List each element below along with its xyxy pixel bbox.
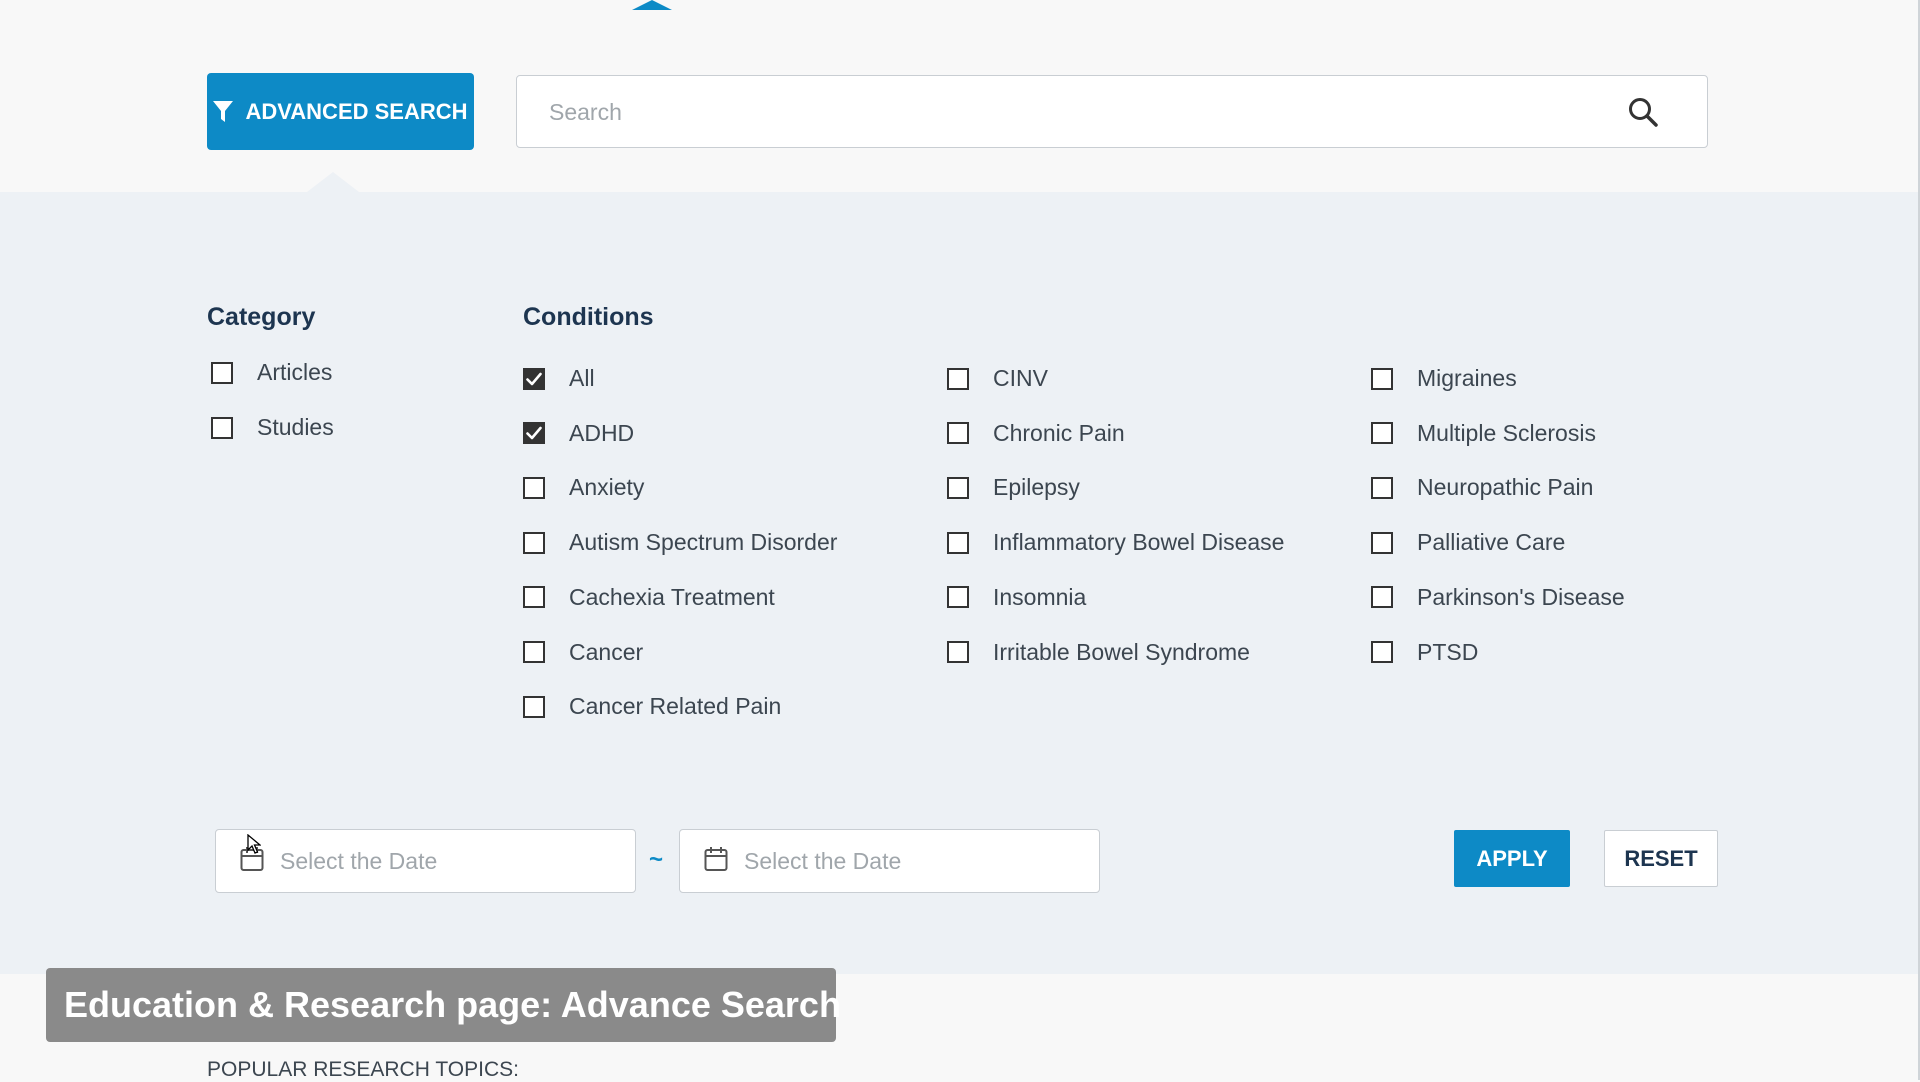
checkbox-label: Chronic Pain (993, 419, 1125, 446)
advanced-search-button[interactable]: ADVANCED SEARCH (207, 73, 474, 150)
checkbox-label: Parkinson's Disease (1417, 583, 1625, 610)
checkbox-unchecked-icon[interactable] (947, 531, 969, 554)
checkbox-label: Insomnia (993, 583, 1087, 610)
top-caret-indicator (632, 0, 672, 10)
checkbox-unchecked-icon[interactable] (211, 416, 233, 439)
checkbox-checked-icon[interactable] (523, 367, 545, 390)
condition-checkbox-anxiety[interactable]: Anxiety (523, 474, 644, 501)
category-title: Category (207, 303, 316, 331)
checkbox-unchecked-icon[interactable] (1371, 641, 1393, 663)
checkbox-label: Irritable Bowel Syndrome (993, 638, 1250, 665)
condition-checkbox-parkinson-s-disease[interactable]: Parkinson's Disease (1371, 584, 1625, 611)
advanced-search-label: ADVANCED SEARCH (245, 98, 468, 124)
date-from-placeholder: Select the Date (280, 847, 438, 874)
panel-pointer (307, 172, 359, 192)
condition-checkbox-inflammatory-bowel-disease[interactable]: Inflammatory Bowel Disease (947, 529, 1284, 556)
checkbox-unchecked-icon[interactable] (523, 641, 545, 663)
checkbox-unchecked-icon[interactable] (1371, 531, 1393, 554)
condition-checkbox-epilepsy[interactable]: Epilepsy (947, 474, 1080, 501)
category-checkbox-studies[interactable]: Studies (211, 414, 334, 441)
condition-checkbox-chronic-pain[interactable]: Chronic Pain (947, 420, 1125, 447)
condition-checkbox-adhd[interactable]: ADHD (523, 420, 634, 447)
condition-checkbox-irritable-bowel-syndrome[interactable]: Irritable Bowel Syndrome (947, 639, 1250, 666)
checkbox-label: ADHD (569, 419, 635, 446)
checkbox-unchecked-icon[interactable] (947, 422, 969, 445)
reset-button[interactable]: RESET (1604, 830, 1718, 887)
checkbox-unchecked-icon[interactable] (947, 641, 969, 663)
checkbox-unchecked-icon[interactable] (523, 586, 545, 609)
checkbox-label: PTSD (1417, 638, 1479, 665)
mouse-cursor-icon (247, 833, 262, 859)
caption-overlay: Education & Research page: Advance Searc… (46, 968, 841, 1042)
condition-checkbox-migraines[interactable]: Migraines (1371, 365, 1517, 392)
checkbox-label: Multiple Sclerosis (1417, 419, 1596, 446)
checkbox-label: Neuropathic Pain (1417, 474, 1594, 501)
condition-checkbox-neuropathic-pain[interactable]: Neuropathic Pain (1371, 474, 1593, 501)
checkbox-label: Cancer Related Pain (569, 693, 782, 720)
checkbox-unchecked-icon[interactable] (1371, 367, 1393, 390)
condition-checkbox-cancer[interactable]: Cancer (523, 639, 643, 666)
checkbox-label: Epilepsy (993, 474, 1080, 501)
search-input[interactable] (547, 76, 1601, 148)
search-icon[interactable] (1627, 96, 1659, 133)
checkbox-checked-icon[interactable] (523, 422, 545, 445)
checkbox-unchecked-icon[interactable] (1371, 476, 1393, 499)
filter-icon (213, 100, 234, 123)
condition-checkbox-all[interactable]: All (523, 365, 595, 392)
checkbox-label: Anxiety (569, 474, 645, 501)
condition-checkbox-cachexia-treatment[interactable]: Cachexia Treatment (523, 584, 775, 611)
checkbox-label: All (569, 365, 595, 391)
checkbox-label: Cancer (569, 638, 644, 665)
checkbox-unchecked-icon[interactable] (1371, 586, 1393, 609)
date-range-separator: ~ (649, 846, 664, 873)
checkbox-label: Autism Spectrum Disorder (569, 529, 838, 556)
search-bar (516, 75, 1708, 148)
checkbox-label: Migraines (1417, 365, 1517, 391)
condition-checkbox-ptsd[interactable]: PTSD (1371, 639, 1478, 666)
checkbox-unchecked-icon[interactable] (947, 367, 969, 390)
condition-checkbox-cinv[interactable]: CINV (947, 365, 1048, 392)
checkbox-unchecked-icon[interactable] (523, 531, 545, 554)
checkbox-label: Studies (257, 414, 334, 440)
checkbox-label: CINV (993, 365, 1048, 391)
conditions-title: Conditions (523, 303, 654, 331)
date-to-field[interactable]: Select the Date (679, 829, 1100, 893)
checkbox-label: Palliative Care (1417, 529, 1566, 556)
condition-checkbox-multiple-sclerosis[interactable]: Multiple Sclerosis (1371, 420, 1596, 447)
condition-checkbox-autism-spectrum-disorder[interactable]: Autism Spectrum Disorder (523, 529, 837, 556)
condition-checkbox-insomnia[interactable]: Insomnia (947, 584, 1086, 611)
checkbox-label: Cachexia Treatment (569, 583, 775, 610)
checkbox-unchecked-icon[interactable] (947, 586, 969, 609)
date-to-placeholder: Select the Date (744, 847, 902, 874)
checkbox-unchecked-icon[interactable] (947, 476, 969, 499)
popular-topics-heading: POPULAR RESEARCH TOPICS: (207, 1058, 519, 1081)
checkbox-label: Articles (257, 359, 333, 385)
checkbox-unchecked-icon[interactable] (1371, 422, 1393, 445)
checkbox-label: Inflammatory Bowel Disease (993, 529, 1285, 556)
condition-checkbox-cancer-related-pain[interactable]: Cancer Related Pain (523, 693, 781, 720)
category-checkbox-articles[interactable]: Articles (211, 359, 332, 386)
condition-checkbox-palliative-care[interactable]: Palliative Care (1371, 529, 1565, 556)
apply-button[interactable]: APPLY (1454, 830, 1570, 887)
checkbox-unchecked-icon[interactable] (523, 476, 545, 499)
date-from-field[interactable]: Select the Date (215, 829, 636, 893)
checkbox-unchecked-icon[interactable] (523, 695, 545, 718)
checkbox-unchecked-icon[interactable] (211, 361, 233, 384)
calendar-icon (704, 846, 728, 877)
